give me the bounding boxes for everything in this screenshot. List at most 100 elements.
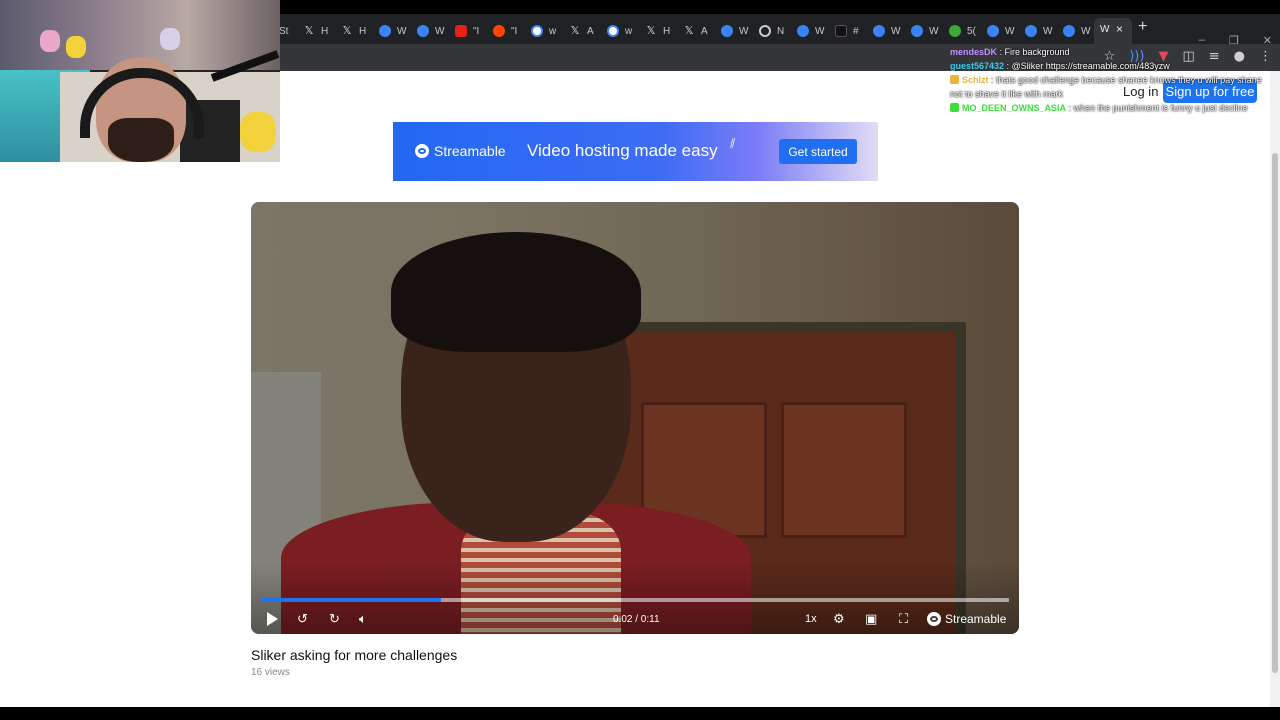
scrollbar[interactable] — [1270, 71, 1280, 707]
fullscreen-icon[interactable]: ⛶ — [899, 610, 908, 628]
chat-message: MO_DEEN_OWNS_ASIA : when the punishment … — [950, 101, 1270, 115]
timecode: 0:02 / 0:11 — [613, 613, 660, 625]
streamable-icon — [873, 25, 885, 37]
tab-label: w — [549, 25, 557, 37]
browser-tab[interactable]: 5( — [949, 20, 976, 42]
forward-icon[interactable]: ↻ — [329, 610, 340, 628]
x-icon: 𝕏 — [304, 24, 314, 37]
streamable-logo-icon — [927, 612, 941, 626]
chat-text: when the punishment is funny u just decl… — [1073, 103, 1248, 113]
browser-tab[interactable]: W — [1025, 20, 1052, 42]
streamable-icon — [987, 25, 999, 37]
x-icon: 𝕏 — [342, 24, 352, 37]
browser-tab[interactable]: W — [379, 20, 406, 42]
chat-separator: : — [1004, 61, 1012, 71]
tab-label: A — [587, 25, 594, 37]
active-tab[interactable]: W × — [1094, 18, 1132, 44]
browser-tab[interactable]: w — [607, 20, 632, 42]
browser-tab[interactable]: W — [1063, 20, 1090, 42]
google-icon — [531, 25, 543, 37]
google-icon — [607, 25, 619, 37]
tab-label: W — [739, 25, 749, 37]
taskbar — [0, 707, 1280, 720]
progress-fill — [261, 598, 441, 602]
video-player[interactable]: ↺ ↻ 🔈︎ 0:02 / 0:11 1x ⚙ ▣ ⛶ Streamable — [251, 202, 1019, 634]
tab-label: w — [625, 25, 633, 37]
webcam-overlay — [0, 0, 280, 162]
browser-tab[interactable]: W — [911, 20, 938, 42]
tab-label: H — [663, 25, 671, 37]
browser-tab[interactable]: W — [987, 20, 1014, 42]
door-panel — [781, 402, 907, 538]
tab-label: W — [1043, 25, 1053, 37]
sparkle-icon: ⁄⁄ — [728, 135, 738, 151]
streamable-icon — [379, 25, 391, 37]
streamable-icon — [797, 25, 809, 37]
browser-tab[interactable]: 𝕏A — [683, 20, 708, 42]
chat-message: SchIzt : thats good challenge because sh… — [950, 73, 1270, 101]
browser-tab[interactable]: 𝕏H — [341, 20, 367, 42]
reddit-icon — [493, 25, 505, 37]
green-icon — [949, 25, 961, 37]
streamable-icon — [911, 25, 923, 37]
tab-label: A — [701, 25, 708, 37]
player-brand-label: Streamable — [945, 612, 1007, 626]
settings-icon[interactable]: ⚙ — [833, 610, 845, 628]
chat-separator: : — [988, 75, 997, 85]
generic-icon — [759, 25, 771, 37]
tab-label: W — [929, 25, 939, 37]
scrollbar-thumb[interactable] — [1272, 153, 1278, 673]
browser-tab[interactable]: N — [759, 20, 784, 42]
banner-logo: Streamable — [415, 143, 506, 159]
browser-tab[interactable]: St — [279, 20, 288, 42]
chat-badge-icon — [950, 75, 959, 84]
browser-tab[interactable]: 𝕏H — [645, 20, 671, 42]
new-tab-icon[interactable]: + — [1138, 18, 1147, 36]
volume-icon[interactable]: 🔈︎ — [359, 610, 367, 628]
browser-tab[interactable]: 𝕏H — [303, 20, 329, 42]
video-person-hair — [391, 232, 641, 352]
browser-tab[interactable]: # — [835, 20, 859, 42]
tab-label: N — [777, 25, 785, 37]
chat-message: mendesDK : Fire background — [950, 45, 1270, 59]
chat-separator: : — [997, 47, 1005, 57]
chat-text: @Sliker https://streamable.com/483yzw — [1011, 61, 1170, 71]
banner-brand: Streamable — [434, 143, 506, 159]
pip-icon[interactable]: ▣ — [865, 610, 877, 628]
browser-tab[interactable]: W — [873, 20, 900, 42]
browser-tab[interactable]: w — [531, 20, 556, 42]
streamable-icon — [1025, 25, 1037, 37]
banner-tagline: Video hosting made easy — [527, 141, 718, 160]
tab-label: W — [815, 25, 825, 37]
browser-tab[interactable]: "I — [455, 20, 479, 42]
tab-label: W — [1005, 25, 1015, 37]
chat-username: SchIzt — [962, 75, 989, 85]
chat-text: Fire background — [1004, 47, 1070, 57]
chat-username: MO_DEEN_OWNS_ASIA — [962, 103, 1067, 113]
tab-label: 5( — [967, 25, 976, 37]
browser-tab[interactable]: W — [417, 20, 444, 42]
browser-tab[interactable]: W — [721, 20, 748, 42]
x-icon: 𝕏 — [570, 24, 580, 37]
ad-banner[interactable]: Streamable Video hosting made easy ⁄⁄ Ge… — [393, 122, 878, 181]
webcam-plush — [66, 36, 86, 58]
x-icon: 𝕏 — [684, 24, 694, 37]
tab-label: "I — [473, 25, 480, 37]
play-button[interactable] — [265, 610, 279, 628]
browser-tab[interactable]: "I — [493, 20, 517, 42]
progress-bar[interactable] — [261, 598, 1009, 602]
tab-label: W — [1081, 25, 1091, 37]
chat-message: guest567432 : @Sliker https://streamable… — [950, 59, 1270, 73]
chat-separator: : — [1066, 103, 1074, 113]
rewind-icon[interactable]: ↺ — [297, 610, 308, 628]
browser-tab[interactable]: W — [797, 20, 824, 42]
active-tab-label: W — [1100, 24, 1110, 35]
close-tab-icon[interactable]: × — [1116, 22, 1123, 36]
player-brand[interactable]: Streamable — [927, 610, 1006, 628]
browser-tab[interactable]: 𝕏A — [569, 20, 594, 42]
chat-overlay: mendesDK : Fire background guest567432 : … — [950, 45, 1270, 115]
speed-button[interactable]: 1x — [805, 610, 817, 628]
tab-label: W — [891, 25, 901, 37]
get-started-button[interactable]: Get started — [779, 139, 857, 164]
webcam-plush — [40, 30, 60, 52]
